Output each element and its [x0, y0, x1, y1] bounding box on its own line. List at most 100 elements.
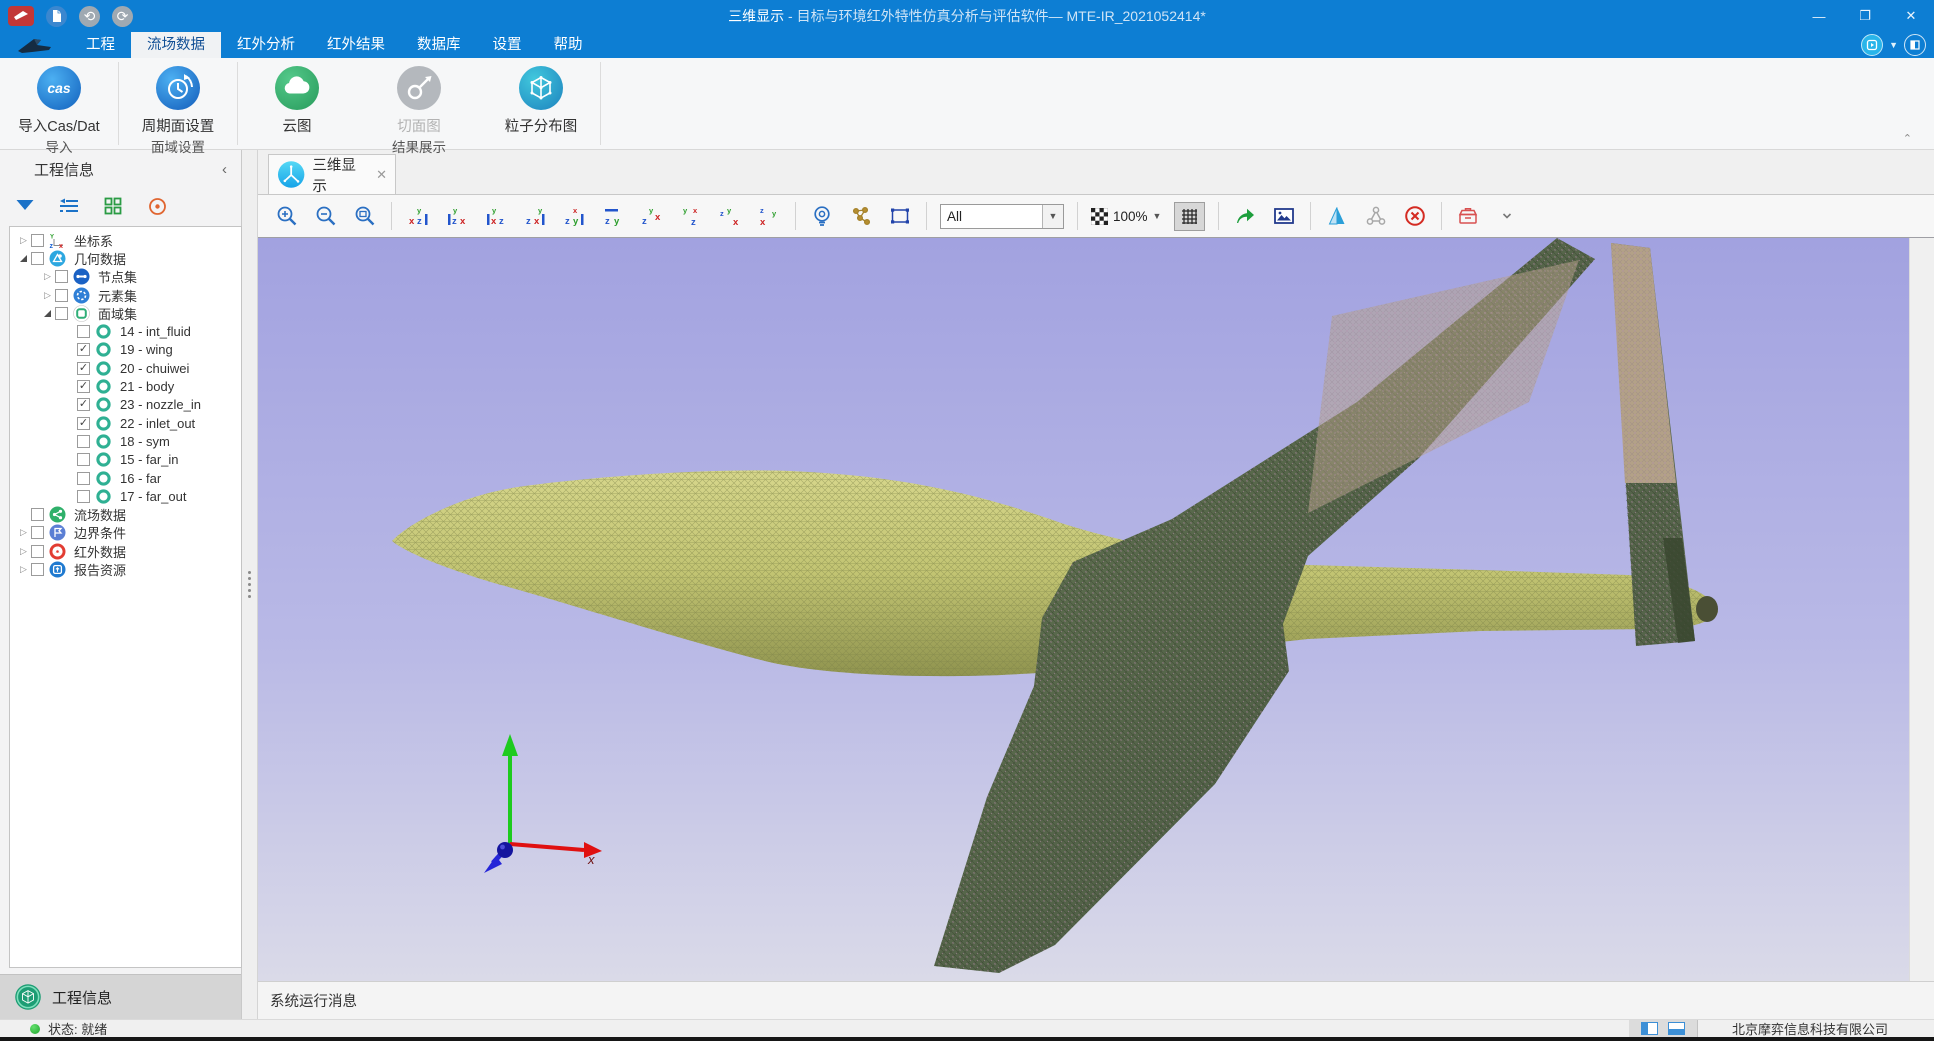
- view-iso-nw-button[interactable]: yxz: [678, 203, 704, 229]
- toolbox-button[interactable]: [1455, 203, 1481, 229]
- zoom-out-button[interactable]: [313, 203, 339, 229]
- tree-item[interactable]: ✓23 - nozzle_in: [10, 396, 241, 414]
- view-right-button[interactable]: yzx: [444, 203, 470, 229]
- redo-button[interactable]: ⟳: [112, 6, 133, 27]
- tree-item[interactable]: ▷元素集: [10, 286, 241, 304]
- mesh-toggle-button[interactable]: [1174, 202, 1205, 231]
- ribbon-collapse-icon[interactable]: ⌃: [1903, 132, 1912, 145]
- menu-item-1[interactable]: 工程: [70, 32, 131, 58]
- tree-checkbox[interactable]: ✓: [77, 398, 90, 411]
- more-caret-button[interactable]: [1494, 203, 1520, 229]
- tree-item[interactable]: ▷节点集: [10, 268, 241, 286]
- remove-button[interactable]: [1402, 203, 1428, 229]
- tree-checkbox[interactable]: [31, 252, 44, 265]
- expand-arrow-icon[interactable]: ▷: [16, 527, 31, 538]
- tree-item[interactable]: ✓19 - wing: [10, 341, 241, 359]
- tab-3d-view[interactable]: 三维显示 ✕: [268, 154, 396, 194]
- ribbon-button-1-1[interactable]: cas导入Cas/Dat: [0, 63, 118, 136]
- tree-item[interactable]: ✓21 - body: [10, 377, 241, 395]
- minimize-button[interactable]: —: [1796, 0, 1842, 32]
- panel-collapse-icon[interactable]: ‹: [222, 161, 227, 178]
- menu-item-4[interactable]: 红外结果: [311, 32, 401, 58]
- view-back-button[interactable]: yzx: [522, 203, 548, 229]
- undo-button[interactable]: ⟲: [79, 6, 100, 27]
- layout-mode-icon[interactable]: [1904, 34, 1926, 56]
- panel-layout-left-icon[interactable]: [1641, 1022, 1658, 1035]
- view-iso-sw-button[interactable]: zxy: [756, 203, 782, 229]
- tree-item[interactable]: ▷红外数据: [10, 542, 241, 560]
- system-message-panel[interactable]: 系统运行消息: [258, 981, 1934, 1019]
- target-icon[interactable]: [146, 195, 168, 217]
- mirror-button[interactable]: [1324, 203, 1350, 229]
- ribbon-button-2-1[interactable]: 周期面设置: [119, 63, 237, 136]
- tree-item[interactable]: 15 - far_in: [10, 451, 241, 469]
- tree-checkbox[interactable]: [31, 545, 44, 558]
- tree-checkbox[interactable]: [31, 526, 44, 539]
- tree-item[interactable]: 流场数据: [10, 505, 241, 523]
- tree-checkbox[interactable]: ✓: [77, 362, 90, 375]
- tree-checkbox[interactable]: ✓: [77, 343, 90, 356]
- display-filter-select[interactable]: All▼: [940, 204, 1064, 229]
- tree-item[interactable]: ✓20 - chuiwei: [10, 359, 241, 377]
- ribbon-button-3-3[interactable]: 粒子分布图: [482, 63, 600, 136]
- tree-item[interactable]: 18 - sym: [10, 432, 241, 450]
- expand-arrow-icon[interactable]: ▷: [40, 290, 55, 301]
- tab-close-icon[interactable]: ✕: [376, 167, 387, 183]
- probe-button[interactable]: [809, 203, 835, 229]
- expand-arrow-icon[interactable]: [40, 310, 55, 317]
- tree-checkbox[interactable]: ✓: [77, 417, 90, 430]
- zoom-fit-button[interactable]: [352, 203, 378, 229]
- tree-checkbox[interactable]: ✓: [77, 380, 90, 393]
- view-mode-icon[interactable]: [1861, 34, 1883, 56]
- app-logo-button[interactable]: [8, 6, 34, 26]
- box-select-button[interactable]: [887, 203, 913, 229]
- tree-item[interactable]: ▷Yzx坐标系: [10, 231, 241, 249]
- project-info-dock-button[interactable]: 工程信息: [0, 974, 241, 1019]
- grid-icon[interactable]: [102, 195, 124, 217]
- view-top-button[interactable]: xzy: [561, 203, 587, 229]
- opacity-control[interactable]: 100%▼: [1091, 208, 1161, 225]
- export-button[interactable]: [1232, 203, 1258, 229]
- menu-item-2[interactable]: 流场数据: [131, 32, 221, 58]
- tree-item[interactable]: ▷报告资源: [10, 560, 241, 578]
- tree-checkbox[interactable]: [77, 490, 90, 503]
- tree-checkbox[interactable]: [77, 472, 90, 485]
- chevron-down-icon[interactable]: ▼: [1889, 40, 1898, 50]
- menu-item-6[interactable]: 设置: [477, 32, 538, 58]
- particles-button[interactable]: [848, 203, 874, 229]
- expand-arrow-icon[interactable]: ▷: [16, 564, 31, 575]
- tree-checkbox[interactable]: [31, 563, 44, 576]
- tree-checkbox[interactable]: [55, 270, 68, 283]
- tree-checkbox[interactable]: [55, 307, 68, 320]
- tree-checkbox[interactable]: [31, 508, 44, 521]
- expand-arrow-icon[interactable]: ▷: [40, 271, 55, 282]
- snapshot-button[interactable]: [1271, 203, 1297, 229]
- tree-checkbox[interactable]: [77, 453, 90, 466]
- tree-item[interactable]: 几何数据: [10, 249, 241, 267]
- tree-item[interactable]: ✓22 - inlet_out: [10, 414, 241, 432]
- expand-arrow-icon[interactable]: ▷: [16, 235, 31, 246]
- new-file-button[interactable]: [46, 6, 67, 27]
- tree-item[interactable]: 17 - far_out: [10, 487, 241, 505]
- chevron-down-icon[interactable]: ▼: [1153, 211, 1162, 221]
- view-front-button[interactable]: yxz: [483, 203, 509, 229]
- menu-item-5[interactable]: 数据库: [401, 32, 477, 58]
- tree-checkbox[interactable]: [77, 435, 90, 448]
- tree-item[interactable]: ▷边界条件: [10, 524, 241, 542]
- panel-layout-bottom-icon[interactable]: [1668, 1022, 1685, 1035]
- restore-button[interactable]: ❐: [1842, 0, 1888, 32]
- tree-item[interactable]: 16 - far: [10, 469, 241, 487]
- tree-checkbox[interactable]: [31, 234, 44, 247]
- tree-item[interactable]: 面域集: [10, 304, 241, 322]
- filter-icon[interactable]: [14, 195, 36, 217]
- viewport-3d[interactable]: x: [258, 238, 1909, 981]
- ribbon-button-3-1[interactable]: 云图: [238, 63, 356, 136]
- view-left-button[interactable]: yxz: [405, 203, 431, 229]
- view-iso-ne-button[interactable]: yzx: [639, 203, 665, 229]
- menu-item-7[interactable]: 帮助: [538, 32, 599, 58]
- view-iso-se-button[interactable]: zyx: [717, 203, 743, 229]
- view-bottom-button[interactable]: zy: [600, 203, 626, 229]
- panel-splitter[interactable]: [242, 150, 258, 1019]
- close-button[interactable]: ✕: [1888, 0, 1934, 32]
- tree-checkbox[interactable]: [77, 325, 90, 338]
